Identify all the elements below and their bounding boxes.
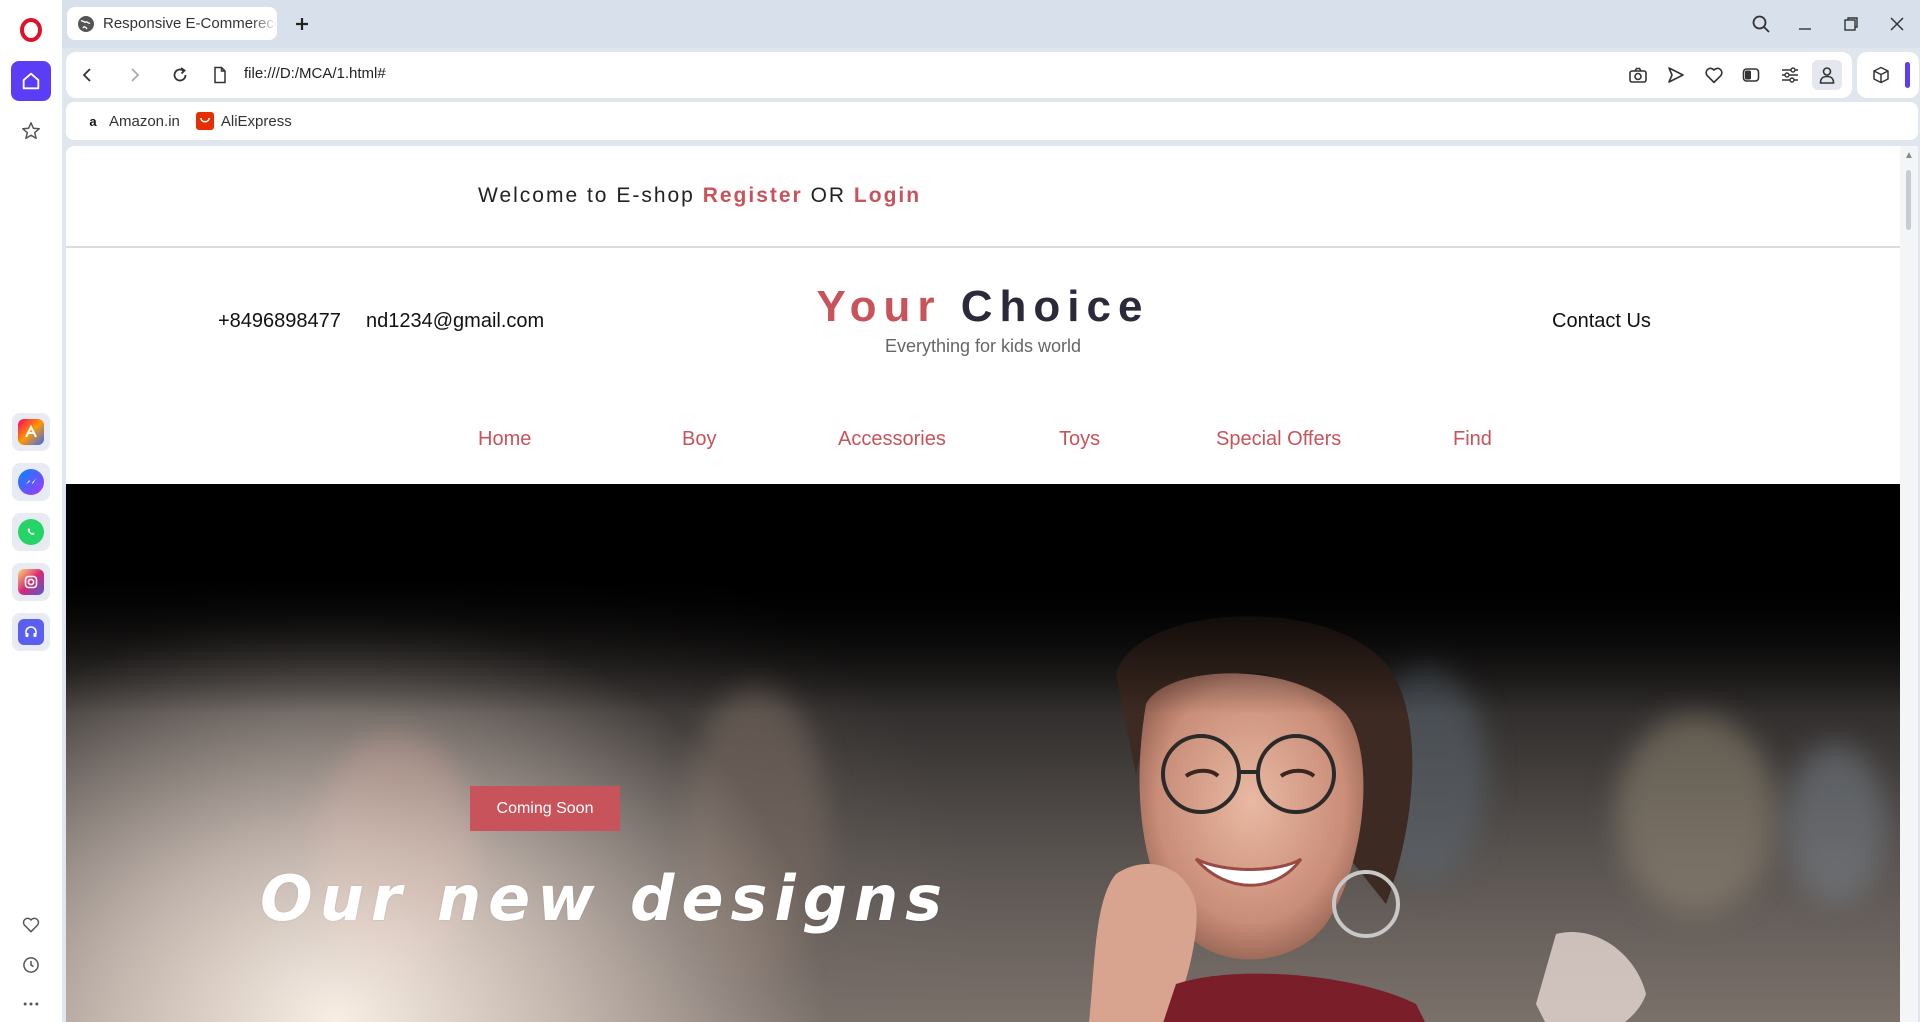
- bookmark-label: Amazon.in: [109, 112, 180, 130]
- minimize-icon[interactable]: [1790, 10, 1820, 38]
- easy-setup-icon[interactable]: [1778, 63, 1802, 87]
- bookmark-label: AliExpress: [220, 112, 292, 130]
- heart-icon[interactable]: [11, 905, 51, 945]
- bookmark-amazon[interactable]: a Amazon.in: [84, 112, 180, 130]
- site-tagline: Everything for kids world: [884, 336, 1082, 356]
- hero-banner: Coming Soon Our new designs: [66, 484, 1900, 1022]
- register-link[interactable]: Register: [703, 184, 803, 207]
- close-window-icon[interactable]: [1882, 10, 1912, 38]
- globe-icon: [77, 15, 95, 33]
- reload-icon[interactable]: [168, 63, 192, 87]
- amazon-icon: a: [84, 112, 102, 130]
- back-arrow-icon[interactable]: [76, 63, 100, 87]
- tab-bar: Responsive E-Commerece: [62, 0, 1920, 48]
- scroll-up-icon[interactable]: ▲: [1904, 150, 1914, 161]
- history-clock-icon[interactable]: [11, 945, 51, 985]
- whatsapp-icon[interactable]: [12, 513, 50, 551]
- hero-title: Our new designs: [260, 862, 950, 935]
- page-scrollbar[interactable]: ▲: [1900, 146, 1918, 1022]
- bookmarks-bar: a Amazon.in AliExpress: [66, 102, 1918, 140]
- welcome-line: Welcome to E-shop Register OR Login: [478, 184, 921, 208]
- new-tab-plus-icon[interactable]: [290, 12, 314, 36]
- contact-us-link[interactable]: Contact Us: [1552, 310, 1651, 333]
- more-options-icon[interactable]: [11, 984, 51, 1022]
- brand-part1: Your: [816, 282, 942, 331]
- page-viewport: Welcome to E-shop Register OR Login +849…: [66, 146, 1918, 1022]
- url-field[interactable]: file:///D:/MCA/1.html#: [244, 65, 386, 82]
- bookmark-aliexpress[interactable]: AliExpress: [195, 112, 292, 130]
- send-flow-icon[interactable]: [1664, 63, 1688, 87]
- sidebar-toggle-indicator[interactable]: [1905, 62, 1910, 88]
- aria-app-icon[interactable]: [12, 413, 50, 451]
- restore-window-icon[interactable]: [1836, 10, 1866, 38]
- home-icon[interactable]: [11, 61, 51, 101]
- nav-accessories[interactable]: Accessories: [838, 428, 946, 451]
- nav-toys[interactable]: Toys: [1059, 428, 1100, 451]
- coming-soon-button[interactable]: Coming Soon: [470, 786, 620, 831]
- messenger-icon[interactable]: [12, 463, 50, 501]
- welcome-text: Welcome to E-shop: [478, 184, 695, 207]
- address-bar: file:///D:/MCA/1.html#: [66, 52, 1852, 98]
- brand-part2: Choice: [960, 282, 1150, 331]
- browser-sidebar: [0, 0, 62, 1022]
- music-player-icon[interactable]: [12, 613, 50, 651]
- scroll-thumb[interactable]: [1906, 170, 1911, 230]
- aliexpress-icon: [195, 112, 214, 130]
- nav-boy[interactable]: Boy: [682, 428, 716, 451]
- profile-icon[interactable]: [1812, 60, 1842, 90]
- nav-find[interactable]: Find: [1453, 428, 1492, 451]
- forward-arrow-icon[interactable]: [122, 63, 146, 87]
- page-file-icon: [208, 63, 232, 87]
- instagram-icon[interactable]: [12, 563, 50, 601]
- search-tabs-icon[interactable]: [1746, 10, 1776, 38]
- or-text: OR: [810, 184, 847, 207]
- opera-logo-icon[interactable]: [11, 10, 51, 50]
- bookmark-heart-icon[interactable]: [1702, 63, 1726, 87]
- login-link[interactable]: Login: [854, 184, 921, 207]
- browser-tab[interactable]: Responsive E-Commerece: [67, 7, 277, 40]
- nav-special-offers[interactable]: Special Offers: [1216, 428, 1341, 451]
- camera-snapshot-icon[interactable]: [1626, 63, 1650, 87]
- nav-home[interactable]: Home: [478, 428, 531, 451]
- speed-dial-star-icon[interactable]: [11, 111, 51, 151]
- header-divider: [66, 246, 1900, 248]
- battery-saver-icon[interactable]: [1740, 63, 1764, 87]
- extensions-cube-icon[interactable]: [1869, 63, 1893, 87]
